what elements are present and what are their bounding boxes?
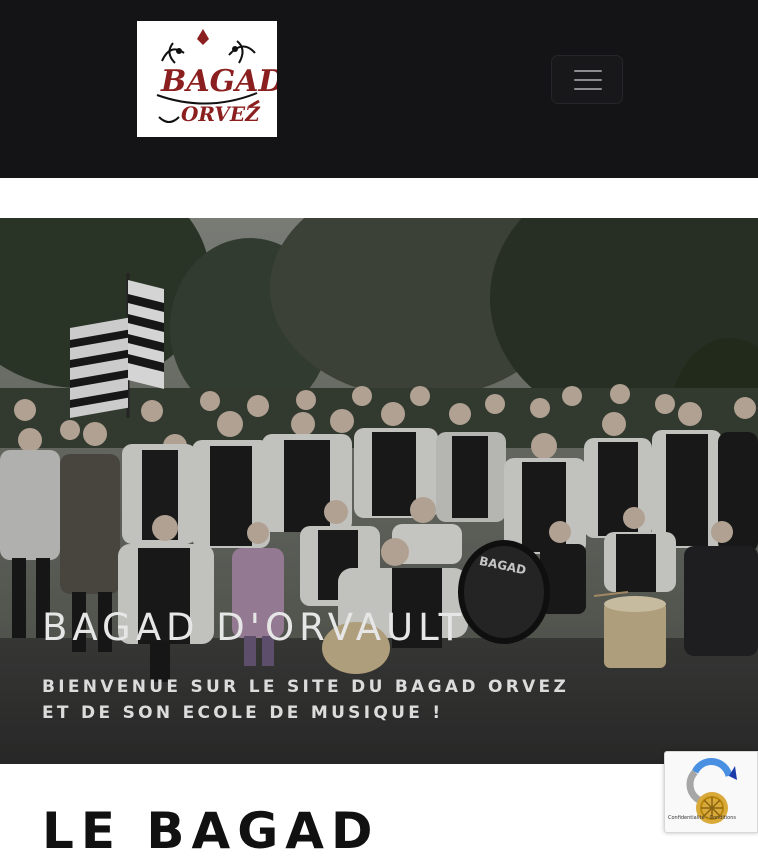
svg-text:BAGAD: BAGAD <box>160 64 277 99</box>
navbar-toggle-button[interactable] <box>551 55 623 104</box>
recaptcha-links[interactable]: Confidentialité - Conditions <box>668 815 758 821</box>
bagad-orvez-logo: BAGAD ORVEZ <box>156 29 277 126</box>
recaptcha-icon <box>686 758 737 824</box>
hero-banner: BAGAD BAGAD D'ORVAULT BIENVENUE SUR LE S… <box>0 218 758 764</box>
section-title: LE BAGAD <box>42 802 380 860</box>
site-logo[interactable]: BAGAD ORVEZ <box>137 21 277 137</box>
hero-subtitle: BIENVENUE SUR LE SITE DU BAGAD ORVEZ ET … <box>42 677 570 723</box>
recaptcha-badge[interactable]: Confidentialité - Conditions <box>664 751 758 833</box>
site-header: BAGAD ORVEZ <box>0 0 758 178</box>
hero-title: BAGAD D'ORVAULT <box>42 606 467 649</box>
